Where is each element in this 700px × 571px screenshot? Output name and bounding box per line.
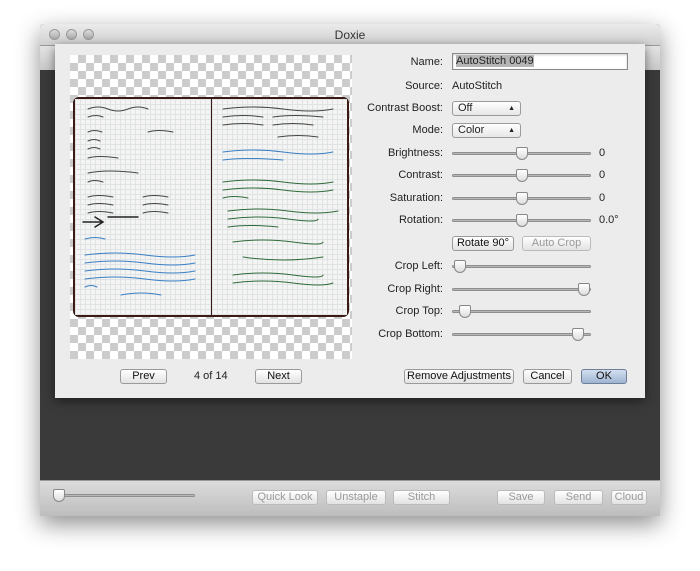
contrast-label: Contrast:	[398, 169, 443, 181]
window-title: Doxie	[334, 28, 366, 42]
next-button[interactable]: Next	[255, 369, 302, 384]
close-window-button[interactable]	[49, 29, 60, 40]
slider-thumb[interactable]	[515, 169, 528, 182]
rotation-value: 0.0°	[599, 214, 619, 226]
mode-label: Mode:	[412, 124, 443, 136]
saturation-value: 0	[599, 192, 606, 204]
slider-thumb[interactable]	[458, 305, 471, 318]
auto-crop-button[interactable]: Auto Crop	[522, 236, 591, 251]
cancel-button[interactable]: Cancel	[523, 369, 572, 384]
slider-thumb[interactable]	[454, 260, 467, 273]
crop-right-label: Crop Right:	[387, 283, 443, 295]
contrast-slider[interactable]	[452, 169, 591, 182]
contrast-boost-value: Off	[458, 102, 473, 114]
slider-thumb[interactable]	[578, 283, 591, 296]
slider-thumb[interactable]	[572, 328, 585, 341]
mode-select[interactable]: Color ▲	[452, 123, 521, 138]
brightness-slider[interactable]	[452, 147, 591, 160]
saturation-label: Saturation:	[389, 192, 443, 204]
page-indicator: 4 of 14	[194, 370, 228, 382]
ok-button[interactable]: OK	[581, 369, 627, 384]
crop-bottom-slider[interactable]	[452, 328, 591, 341]
brightness-value: 0	[599, 147, 606, 159]
brightness-label: Brightness:	[387, 147, 443, 159]
crop-top-slider[interactable]	[452, 305, 591, 318]
rotation-slider[interactable]	[452, 214, 591, 227]
mode-value: Color	[458, 124, 485, 136]
slider-thumb[interactable]	[515, 214, 528, 227]
prev-button[interactable]: Prev	[120, 369, 167, 384]
minimize-window-button[interactable]	[66, 29, 77, 40]
save-button[interactable]: Save	[497, 490, 545, 505]
updown-arrows-icon: ▲	[508, 127, 515, 134]
crop-bottom-label: Crop Bottom:	[378, 328, 443, 340]
contrast-value: 0	[599, 169, 606, 181]
remove-adjustments-button[interactable]: Remove Adjustments	[404, 369, 514, 384]
name-label: Name:	[410, 56, 443, 68]
title-bar: Doxie	[40, 24, 660, 46]
zoom-window-button[interactable]	[83, 29, 94, 40]
quick-look-button[interactable]: Quick Look	[252, 490, 318, 505]
source-label: Source:	[405, 80, 443, 92]
thumbnail-size-slider[interactable]	[53, 489, 195, 502]
handwriting-image	[82, 106, 339, 296]
crop-right-slider[interactable]	[452, 283, 591, 296]
slider-thumb[interactable]	[515, 192, 528, 205]
bottom-bar: Quick Look Unstaple Stitch Save Send Clo…	[40, 480, 660, 516]
crop-left-label: Crop Left:	[394, 260, 443, 272]
name-field[interactable]: AutoStitch 0049	[452, 53, 628, 70]
slider-thumb[interactable]	[515, 147, 528, 160]
unstaple-button[interactable]: Unstaple	[326, 490, 386, 505]
scan-preview	[70, 55, 352, 359]
updown-arrows-icon: ▲	[508, 105, 515, 112]
contrast-boost-select[interactable]: Off ▲	[452, 101, 521, 116]
cloud-button[interactable]: Cloud	[611, 490, 647, 505]
name-field-value: AutoStitch 0049	[456, 55, 534, 67]
contrast-boost-label: Contrast Boost:	[367, 102, 443, 114]
crop-top-label: Crop Top:	[395, 305, 444, 317]
stitch-button[interactable]: Stitch	[393, 490, 450, 505]
source-value: AutoStitch	[452, 80, 503, 92]
send-button[interactable]: Send	[554, 490, 603, 505]
rotate-90-button[interactable]: Rotate 90°	[452, 236, 514, 251]
saturation-slider[interactable]	[452, 192, 591, 205]
crop-left-slider[interactable]	[452, 260, 591, 273]
scan-image	[73, 97, 349, 317]
rotation-label: Rotation:	[398, 214, 443, 226]
